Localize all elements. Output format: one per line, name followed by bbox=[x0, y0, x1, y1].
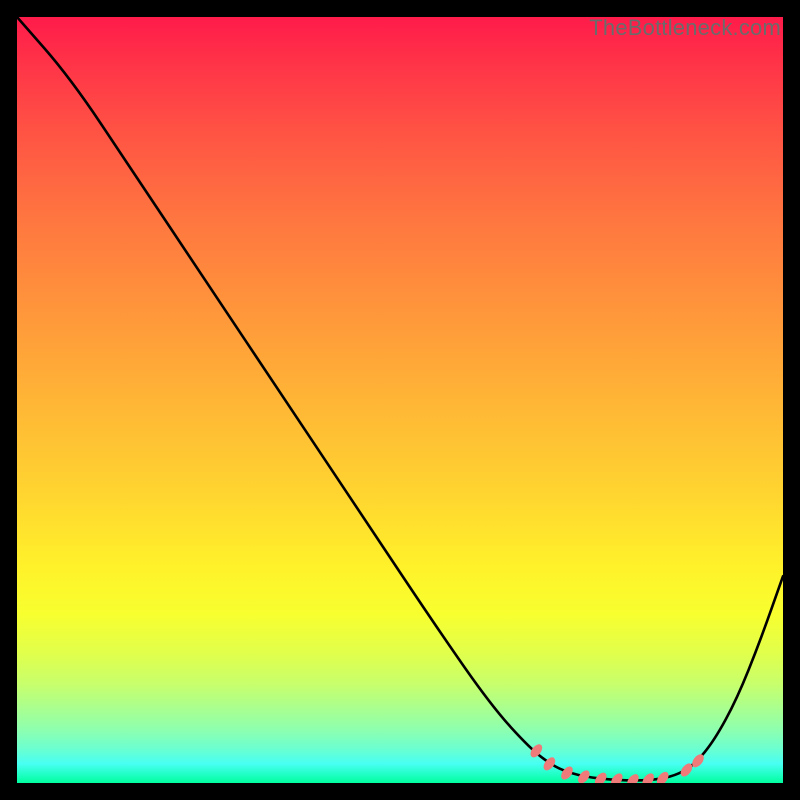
watermark-text: TheBottleneck.com bbox=[589, 15, 781, 41]
plateau-markers bbox=[528, 742, 706, 783]
chart-svg bbox=[17, 17, 783, 783]
bottleneck-curve bbox=[17, 17, 783, 780]
marker-dot bbox=[655, 770, 671, 783]
chart-frame: TheBottleneck.com bbox=[17, 17, 783, 783]
